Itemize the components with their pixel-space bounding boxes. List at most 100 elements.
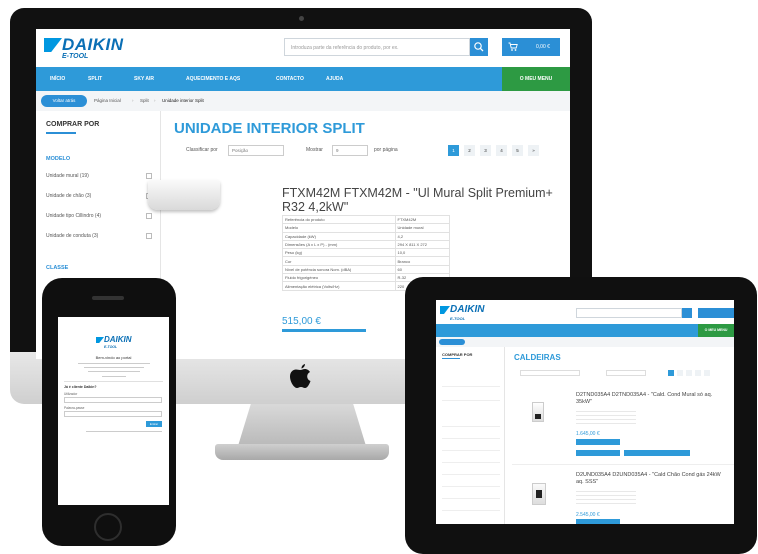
filter-heading-modelo: MODELO xyxy=(46,156,71,162)
sidebar-title: COMPRAR POR xyxy=(46,121,100,128)
page-2[interactable]: 2 xyxy=(464,145,475,156)
search-button[interactable] xyxy=(682,308,692,318)
phone-speaker xyxy=(92,296,124,300)
brand-sub: E-TOOL xyxy=(450,316,466,321)
breadcrumb: Voltar atrás Página Inicial › Split › Un… xyxy=(36,91,570,111)
filter-item[interactable]: Unidade de conduta (3) xyxy=(46,233,98,239)
sort-select[interactable]: Posição xyxy=(228,145,284,156)
login-button[interactable]: Entrar xyxy=(146,421,162,427)
page-4[interactable] xyxy=(695,370,701,376)
daikin-logo-icon xyxy=(96,337,104,343)
product-price: 2.545,00 € xyxy=(576,512,600,518)
product-spec-table xyxy=(576,408,636,424)
filter-checkbox[interactable] xyxy=(146,173,152,179)
nav-aquecimento[interactable]: AQUECIMENTO E AQS xyxy=(186,67,240,91)
breadcrumb-split[interactable]: Split xyxy=(140,95,149,107)
brand-sub: E-TOOL xyxy=(62,53,89,60)
back-button[interactable] xyxy=(439,339,465,345)
login-heading: Já é cliente Daikin? xyxy=(64,385,97,389)
page-5[interactable]: 5 xyxy=(512,145,523,156)
nav-split[interactable]: SPLIT xyxy=(88,67,102,91)
breadcrumb-current: Unidade interior Split xyxy=(162,98,204,103)
welcome-title: Bem-vindo ao portal xyxy=(95,355,132,360)
cart-button[interactable] xyxy=(698,308,734,318)
search-icon xyxy=(474,42,484,52)
per-page-select[interactable]: 9 xyxy=(332,145,368,156)
main-nav: INÍCIO SPLIT SKY AIR AQUECIMENTO E AQS C… xyxy=(36,67,570,91)
sort-select[interactable] xyxy=(520,370,580,376)
page-5[interactable] xyxy=(704,370,710,376)
password-label: Palavra-passe xyxy=(64,406,85,410)
page-1[interactable]: 1 xyxy=(448,145,459,156)
nav-contacto[interactable]: CONTACTO xyxy=(276,67,304,91)
page-title: CALDEIRAS xyxy=(514,353,561,362)
tablet-screen: DAIKIN E-TOOL O MEU MENU COMPRAR POR CAL… xyxy=(436,300,734,524)
sidebar-title-rule xyxy=(442,358,460,359)
account-menu-button[interactable]: O MEU MENU xyxy=(502,67,570,91)
phone-home-button[interactable] xyxy=(94,513,122,541)
add-to-cart-button[interactable] xyxy=(576,450,620,456)
price-underline xyxy=(282,329,366,332)
page-1[interactable] xyxy=(668,370,674,376)
search-input[interactable]: Introduza parte da referência do produto… xyxy=(284,38,470,56)
page-next[interactable]: » xyxy=(528,145,539,156)
page-title: UNIDADE INTERIOR SPLIT xyxy=(174,120,365,137)
sidebar-title-rule xyxy=(46,132,76,134)
phone-screen: DAIKIN E-TOOL Bem-vindo ao portal Já é c… xyxy=(58,317,169,505)
add-to-cart-button[interactable] xyxy=(576,519,620,524)
product-spec-table xyxy=(576,488,636,504)
product-image[interactable] xyxy=(532,402,544,422)
account-menu-button[interactable]: O MEU MENU xyxy=(698,324,734,337)
cart-button[interactable]: 0,00 € xyxy=(502,38,560,56)
back-button[interactable]: Voltar atrás xyxy=(41,95,87,107)
product-price: 1.645,00 € xyxy=(576,431,600,437)
page-3[interactable]: 3 xyxy=(480,145,491,156)
user-label: Utilizador xyxy=(64,392,78,396)
page-2[interactable] xyxy=(677,370,683,376)
nav-ajuda[interactable]: AJUDA xyxy=(326,67,343,91)
product-image[interactable] xyxy=(148,180,220,210)
page-4[interactable]: 4 xyxy=(496,145,507,156)
product-title[interactable]: FTXM42M FTXM42M - "Ul Mural Split Premiu… xyxy=(282,186,564,214)
search-button[interactable] xyxy=(470,38,488,56)
filter-heading-classe: CLASSE xyxy=(46,265,69,271)
brand-sub: E-TOOL xyxy=(104,345,118,349)
camera-dot xyxy=(299,16,304,21)
cart-total: 0,00 € xyxy=(536,44,550,50)
breadcrumb xyxy=(436,337,734,347)
daikin-logo-icon xyxy=(440,306,450,314)
breadcrumb-home[interactable]: Página Inicial xyxy=(94,95,121,107)
filter-item[interactable]: Unidade mural (19) xyxy=(46,173,89,179)
brand-logo: DAIKIN xyxy=(104,335,132,344)
main-nav xyxy=(436,324,734,337)
add-to-cart-button[interactable] xyxy=(576,439,620,445)
imac-stand xyxy=(238,404,366,446)
filter-item[interactable]: Unidade de chão (3) xyxy=(46,193,91,199)
filter-checkbox[interactable] xyxy=(146,213,152,219)
brand-logo[interactable]: DAIKIN xyxy=(62,35,124,55)
brand-logo[interactable]: DAIKIN xyxy=(450,304,484,315)
password-input[interactable] xyxy=(64,411,162,417)
cart-icon xyxy=(508,42,518,51)
product-price: 515,00 € xyxy=(282,316,321,327)
filter-item[interactable]: Unidade tipo Cillindro (4) xyxy=(46,213,101,219)
sidebar-title: COMPRAR POR xyxy=(442,352,473,357)
user-input[interactable] xyxy=(64,397,162,403)
per-page-label: por página xyxy=(374,147,398,153)
site-header: DAIKIN E-TOOL Introduza parte da referên… xyxy=(36,29,570,67)
apple-icon xyxy=(290,364,311,388)
filter-checkbox[interactable] xyxy=(146,233,152,239)
compare-button[interactable] xyxy=(624,450,690,456)
imac-stand-base xyxy=(215,444,389,460)
daikin-logo-icon xyxy=(44,38,62,52)
show-label: Mostrar xyxy=(306,147,323,153)
product-title[interactable]: D2TND035A4 D2TND035A4 - "Cald. Cond Mura… xyxy=(576,392,726,405)
per-page-select[interactable] xyxy=(606,370,646,376)
sidebar-divider xyxy=(504,347,505,524)
nav-sky-air[interactable]: SKY AIR xyxy=(134,67,154,91)
product-title[interactable]: D2UND035A4 D2UND035A4 - "Cald Chão Cond … xyxy=(576,472,726,485)
page-3[interactable] xyxy=(686,370,692,376)
sort-label: Classificar por xyxy=(186,147,218,153)
nav-inicio[interactable]: INÍCIO xyxy=(50,67,65,91)
search-input[interactable] xyxy=(576,308,682,318)
